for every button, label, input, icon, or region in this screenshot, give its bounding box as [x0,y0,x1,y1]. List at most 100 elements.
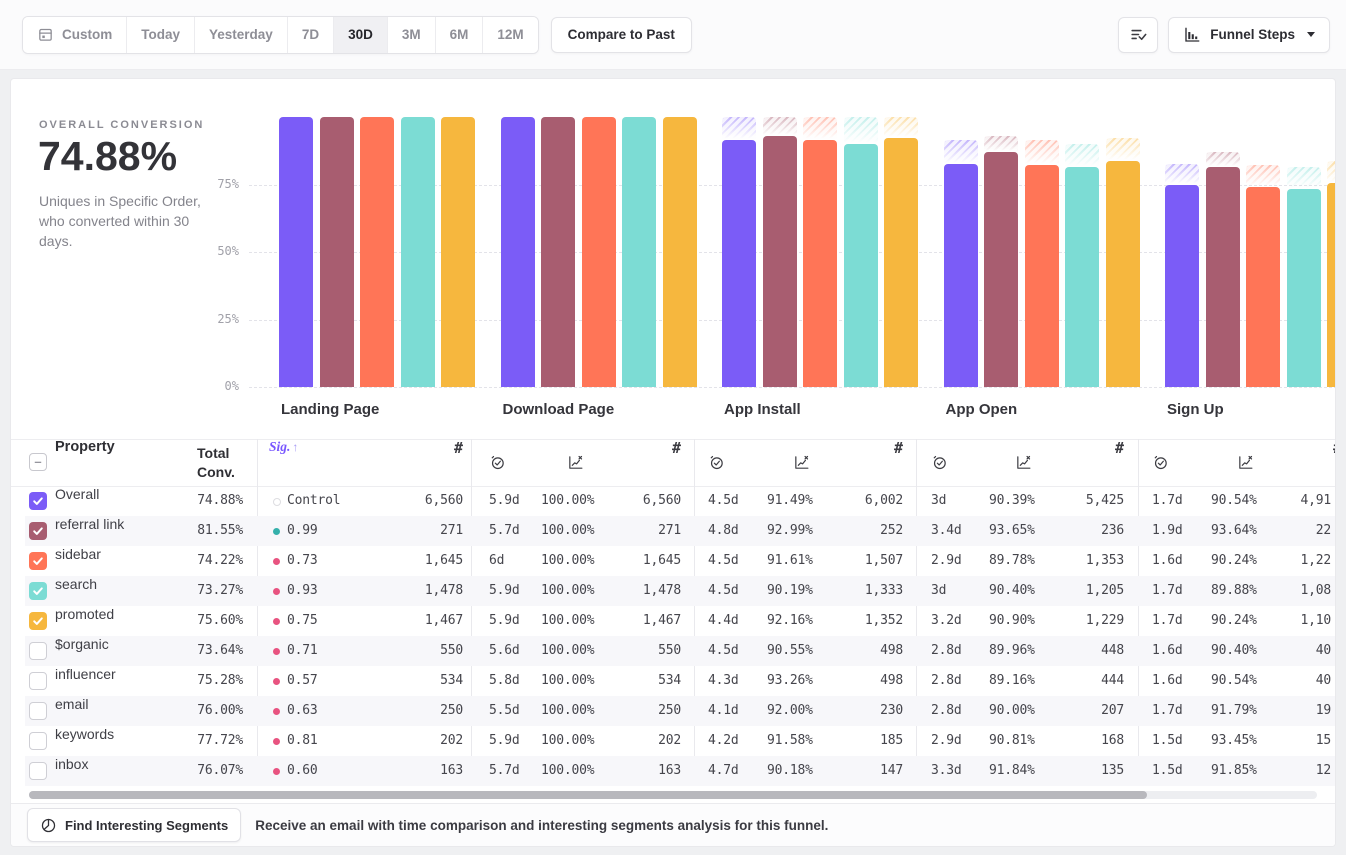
list-check-button[interactable] [1118,17,1158,53]
total-conversion-value: 77.72% [139,726,243,756]
step-count: 202 [561,726,681,756]
significance-value: 0.93 [287,576,318,606]
significance-dot [273,648,280,655]
date-range-custom[interactable]: Custom [23,17,127,53]
step-time: 1.7d [1152,576,1183,606]
count-column-header: # [561,439,681,469]
step-count: 498 [783,666,903,696]
funnel-bar-sidebar[interactable] [582,117,616,387]
column-divider [471,439,472,786]
step-time: 3.4d [931,516,962,546]
footer-bar: Find Interesting Segments Receive an ema… [11,803,1336,846]
funnel-bar-search[interactable] [622,117,656,387]
row-checkbox-promoted[interactable] [29,612,47,630]
funnel-steps-dropdown[interactable]: Funnel Steps [1168,17,1330,53]
calendar-icon [37,26,54,43]
toolbar: CustomTodayYesterday7D30D3M6M12M Compare… [0,0,1346,70]
bar-chart-icon [1183,26,1201,44]
funnel-bar-sidebar[interactable] [1025,165,1059,387]
step-count: 163 [341,756,463,786]
compare-to-past-button[interactable]: Compare to Past [551,17,692,53]
step-time: 2.8d [931,696,962,726]
funnel-bar-overall[interactable] [501,117,535,387]
significance-value: 0.75 [287,606,318,636]
step-time: 4.1d [708,696,739,726]
step-time: 1.6d [1152,666,1183,696]
step-count: 1,333 [783,576,903,606]
step-count: 202 [341,726,463,756]
horizontal-scrollbar-thumb[interactable] [29,791,1147,799]
step-count: 207 [1004,696,1124,726]
significance-dot [273,618,280,625]
step-time: 5.7d [489,516,520,546]
funnel-bar-referral-link[interactable] [763,136,797,387]
funnel-bar-promoted[interactable] [884,138,918,387]
funnel-bar-overall[interactable] [1165,185,1199,387]
funnel-bar-overall[interactable] [279,117,313,387]
funnel-bar-sidebar[interactable] [803,140,837,387]
row-checkbox-referral-link[interactable] [29,522,47,540]
dropoff-cap [984,136,1018,152]
step-count: 498 [783,636,903,666]
count-column-header: # [1222,439,1336,469]
row-checkbox-email[interactable] [29,702,47,720]
date-range-3m[interactable]: 3M [388,17,436,53]
funnel-bar-sidebar[interactable] [360,117,394,387]
date-range-30d[interactable]: 30D [334,17,388,53]
funnel-bar-overall[interactable] [722,140,756,387]
row-checkbox-inbox[interactable] [29,762,47,780]
select-all-checkbox[interactable]: – [29,453,47,471]
funnel-bar-promoted[interactable] [441,117,475,387]
dropoff-cap [1287,167,1321,189]
funnel-bar-referral-link[interactable] [320,117,354,387]
row-checkbox-search[interactable] [29,582,47,600]
date-range-7d[interactable]: 7D [288,17,334,53]
significance-column-header[interactable]: Sig.↑ [269,439,298,469]
dropoff-cap [1206,152,1240,167]
funnel-bar-sidebar[interactable] [1246,187,1280,387]
date-range-6m[interactable]: 6M [436,17,484,53]
count-column-header: # [1004,439,1124,469]
funnel-bar-referral-link[interactable] [984,152,1018,387]
dropoff-cap [844,117,878,143]
funnel-bar-search[interactable] [401,117,435,387]
funnel-bar-search[interactable] [1287,189,1321,387]
row-checkbox-keywords[interactable] [29,732,47,750]
funnel-bar-promoted[interactable] [1106,161,1140,387]
step-time: 4.7d [708,756,739,786]
count-column-header: # [783,439,903,469]
significance-value: 0.71 [287,636,318,666]
funnel-bar-overall[interactable] [944,164,978,387]
step-time: 4.5d [708,636,739,666]
time-to-convert-icon [931,454,948,471]
funnel-bar-referral-link[interactable] [1206,167,1240,387]
date-range-yesterday[interactable]: Yesterday [195,17,288,53]
property-name: Overall [55,486,99,516]
row-checkbox-overall[interactable] [29,492,47,510]
find-interesting-segments-button[interactable]: Find Interesting Segments [27,808,241,842]
significance-value: 0.73 [287,546,318,576]
step-time: 5.7d [489,756,520,786]
step-count: 236 [1004,516,1124,546]
funnel-bar-promoted[interactable] [1327,183,1336,387]
funnel-bar-promoted[interactable] [663,117,697,387]
dropoff-cap [803,117,837,140]
time-to-convert-icon [489,454,506,471]
y-axis-tick-label: 25% [195,312,239,326]
funnel-bar-referral-link[interactable] [541,117,575,387]
row-checkbox--organic[interactable] [29,642,47,660]
funnel-bar-search[interactable] [1065,167,1099,387]
property-column-header: Property [55,439,115,469]
step-count: 250 [341,696,463,726]
row-checkbox-sidebar[interactable] [29,552,47,570]
dropoff-cap [1065,144,1099,167]
step-count: 4,91 [1211,486,1331,516]
property-name: referral link [55,516,124,546]
funnel-step-label: Sign Up [1167,401,1224,418]
date-range-today[interactable]: Today [127,17,195,53]
row-checkbox-influencer[interactable] [29,672,47,690]
date-range-12m[interactable]: 12M [483,17,537,53]
dropoff-cap [1327,161,1336,183]
funnel-bar-search[interactable] [844,144,878,388]
step-time: 5.9d [489,486,520,516]
